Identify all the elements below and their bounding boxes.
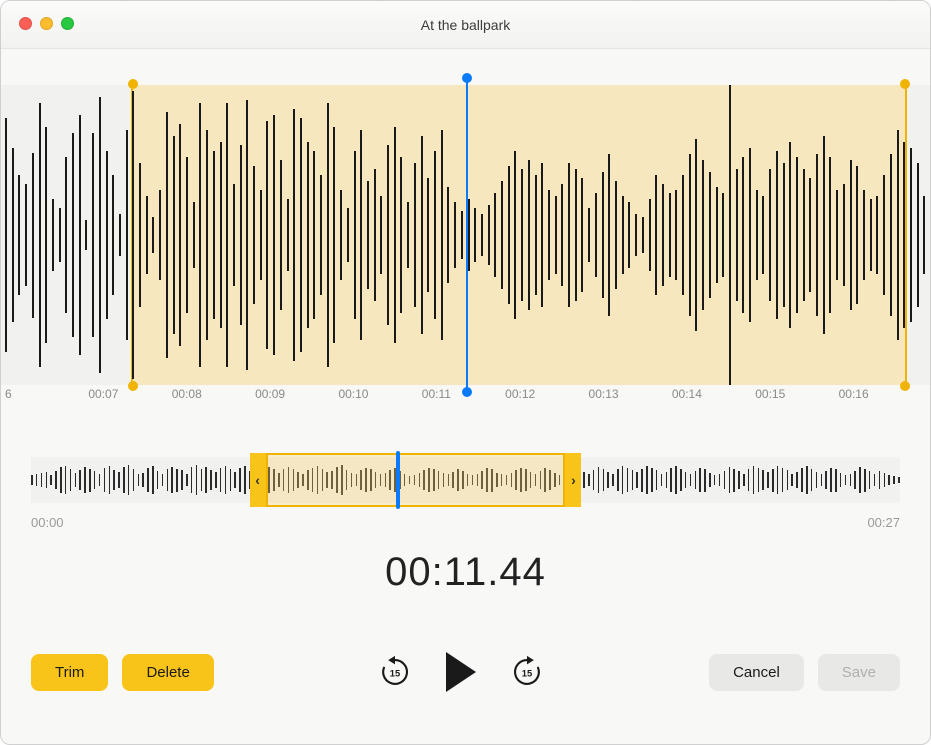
edit-buttons-group: Trim Delete bbox=[31, 654, 214, 691]
skip-fwd-seconds: 15 bbox=[522, 668, 532, 678]
overview-waveform-area[interactable]: ‹ › bbox=[31, 451, 900, 509]
ruler-tick: 00:13 bbox=[589, 387, 672, 413]
current-time-display: 00:11.44 bbox=[1, 550, 930, 595]
play-icon bbox=[446, 652, 476, 692]
ruler-tick: 00:10 bbox=[338, 387, 421, 413]
playhead-overview[interactable] bbox=[396, 451, 400, 509]
ruler-tick: 00:11 bbox=[422, 387, 505, 413]
traffic-lights bbox=[19, 17, 74, 30]
close-icon[interactable] bbox=[19, 17, 32, 30]
trim-button[interactable]: Trim bbox=[31, 654, 108, 691]
ruler-tick: 00:12 bbox=[505, 387, 588, 413]
ruler-tick: 6 bbox=[5, 387, 88, 413]
app-window: At the ballpark 600:0700:0800:0900:1000:… bbox=[0, 0, 931, 745]
ruler-tick: 00:14 bbox=[672, 387, 755, 413]
transport-controls: 15 15 bbox=[378, 652, 544, 692]
window-title: At the ballpark bbox=[421, 17, 511, 33]
skip-back-seconds: 15 bbox=[390, 668, 400, 678]
minimize-icon[interactable] bbox=[40, 17, 53, 30]
titlebar: At the ballpark bbox=[1, 1, 930, 49]
play-button[interactable] bbox=[446, 652, 476, 692]
overview-end-time: 00:27 bbox=[867, 515, 900, 530]
skip-forward-icon: 15 bbox=[510, 655, 544, 689]
save-button[interactable]: Save bbox=[818, 654, 900, 691]
trim-handle-right[interactable]: › bbox=[565, 453, 581, 507]
delete-button[interactable]: Delete bbox=[122, 654, 213, 691]
ruler-tick: 00:15 bbox=[755, 387, 838, 413]
confirm-buttons-group: Cancel Save bbox=[709, 654, 900, 691]
cancel-button[interactable]: Cancel bbox=[709, 654, 804, 691]
skip-back-15-button[interactable]: 15 bbox=[378, 655, 412, 689]
trim-handle-left[interactable]: ‹ bbox=[250, 453, 266, 507]
time-ruler: 600:0700:0800:0900:1000:1100:1200:1300:1… bbox=[1, 387, 930, 413]
maximize-icon[interactable] bbox=[61, 17, 74, 30]
ruler-tick: 00:08 bbox=[172, 387, 255, 413]
overview-time-labels: 00:00 00:27 bbox=[31, 515, 900, 530]
skip-forward-15-button[interactable]: 15 bbox=[510, 655, 544, 689]
ruler-tick: 00:07 bbox=[88, 387, 171, 413]
bottom-toolbar: Trim Delete 15 15 bbox=[1, 630, 930, 744]
main-waveform-area[interactable]: 600:0700:0800:0900:1000:1100:1200:1300:1… bbox=[1, 73, 930, 413]
ruler-tick: 00:09 bbox=[255, 387, 338, 413]
skip-back-icon: 15 bbox=[378, 655, 412, 689]
playhead-main[interactable] bbox=[466, 79, 468, 391]
overview-start-time: 00:00 bbox=[31, 515, 64, 530]
trim-selection-overview[interactable] bbox=[266, 453, 566, 507]
ruler-tick: 00:16 bbox=[839, 387, 922, 413]
